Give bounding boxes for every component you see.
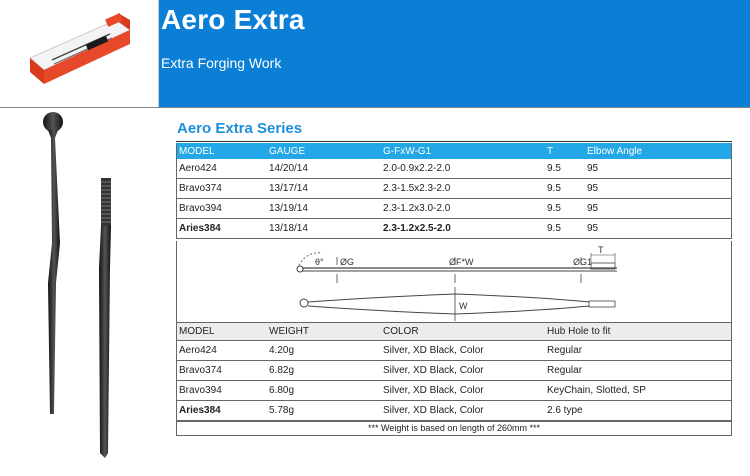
- g1-label: ØG1: [573, 257, 592, 267]
- cell-model: Bravo374: [177, 178, 267, 199]
- col-gfwg1: G-FxW-G1: [381, 143, 545, 159]
- spoke-dimension-diagram: θ° ØG ØF*W ØG1 T W: [176, 241, 732, 323]
- table-row: Bravo374 13/17/14 2.3-1.5x2.3-2.0 9.5 95: [177, 178, 731, 199]
- col-color: COLOR: [381, 323, 545, 341]
- title-rule: [176, 141, 732, 142]
- g-label: ØG: [340, 257, 354, 267]
- cell-t: 9.5: [545, 178, 585, 199]
- spec-table-header: MODEL GAUGE G-FxW-G1 T Elbow Angle: [177, 143, 731, 159]
- cell-gauge: 13/19/14: [267, 198, 381, 219]
- cell-color: Silver, XD Black, Color: [381, 400, 545, 421]
- cell-color: Silver, XD Black, Color: [381, 360, 545, 381]
- col-gauge: GAUGE: [267, 143, 381, 159]
- cell-model: Aero424: [177, 340, 267, 361]
- cell-model: Bravo394: [177, 198, 267, 219]
- cell-weight: 6.82g: [267, 360, 381, 381]
- weight-note: *** Weight is based on length of 260mm *…: [176, 421, 732, 436]
- page-subtitle: Extra Forging Work: [161, 55, 282, 71]
- cell-gfwg1: 2.3-1.2x2.5-2.0: [381, 218, 545, 239]
- table-row: Bravo394 13/19/14 2.3-1.2x3.0-2.0 9.5 95: [177, 198, 731, 219]
- col-t: T: [545, 143, 585, 159]
- cell-weight: 6.80g: [267, 380, 381, 401]
- cell-hub: Regular: [545, 340, 731, 361]
- weight-table: MODEL WEIGHT COLOR Hub Hole to fit Aero4…: [177, 323, 731, 421]
- t-label: T: [598, 245, 604, 255]
- cell-gfwg1: 2.3-1.2x3.0-2.0: [381, 198, 545, 219]
- header-banner: Aero Extra Extra Forging Work: [159, 0, 750, 107]
- series-title: Aero Extra Series: [177, 120, 303, 137]
- cell-gfwg1: 2.0-0.9x2.2-2.0: [381, 159, 545, 179]
- table-row: Aries384 13/18/14 2.3-1.2x2.5-2.0 9.5 95: [177, 218, 731, 239]
- fw-label: ØF*W: [449, 257, 474, 267]
- cell-hub: Regular: [545, 360, 731, 381]
- cell-gfwg1: 2.3-1.5x2.3-2.0: [381, 178, 545, 199]
- spoke-illustration: [0, 108, 170, 471]
- table-row: Aero424 4.20g Silver, XD Black, Color Re…: [177, 340, 731, 361]
- col-model: MODEL: [177, 323, 267, 341]
- cell-model: Aries384: [177, 400, 267, 421]
- cell-t: 9.5: [545, 218, 585, 239]
- cell-elbow: 95: [585, 218, 731, 239]
- cell-model: Aries384: [177, 218, 267, 239]
- page-title: Aero Extra: [161, 4, 305, 35]
- cell-hub: KeyChain, Slotted, SP: [545, 380, 731, 401]
- cell-gauge: 13/17/14: [267, 178, 381, 199]
- cell-color: Silver, XD Black, Color: [381, 380, 545, 401]
- col-elbow-angle: Elbow Angle: [585, 143, 731, 159]
- table-row: Aero424 14/20/14 2.0-0.9x2.2-2.0 9.5 95: [177, 159, 731, 179]
- col-model: MODEL: [177, 143, 267, 159]
- cell-model: Bravo374: [177, 360, 267, 381]
- weight-table-header: MODEL WEIGHT COLOR Hub Hole to fit: [177, 323, 731, 341]
- cell-gauge: 13/18/14: [267, 218, 381, 239]
- cell-t: 9.5: [545, 159, 585, 179]
- cell-weight: 5.78g: [267, 400, 381, 421]
- cell-hub: 2.6 type: [545, 400, 731, 421]
- cell-weight: 4.20g: [267, 340, 381, 361]
- cell-model: Bravo394: [177, 380, 267, 401]
- product-box-image: [0, 0, 159, 107]
- cell-color: Silver, XD Black, Color: [381, 340, 545, 361]
- col-hub-hole: Hub Hole to fit: [545, 323, 731, 341]
- cell-elbow: 95: [585, 178, 731, 199]
- w-label: W: [459, 301, 468, 311]
- cell-model: Aero424: [177, 159, 267, 179]
- spec-table-container: MODEL GAUGE G-FxW-G1 T Elbow Angle Aero4…: [176, 143, 732, 239]
- table-row: Bravo394 6.80g Silver, XD Black, Color K…: [177, 380, 731, 401]
- table-row: Bravo374 6.82g Silver, XD Black, Color R…: [177, 360, 731, 381]
- weight-table-container: MODEL WEIGHT COLOR Hub Hole to fit Aero4…: [176, 323, 732, 421]
- table-row: Aries384 5.78g Silver, XD Black, Color 2…: [177, 400, 731, 421]
- theta-label: θ°: [315, 257, 324, 267]
- cell-gauge: 14/20/14: [267, 159, 381, 179]
- cell-elbow: 95: [585, 159, 731, 179]
- cell-elbow: 95: [585, 198, 731, 219]
- cell-t: 9.5: [545, 198, 585, 219]
- spec-table: MODEL GAUGE G-FxW-G1 T Elbow Angle Aero4…: [177, 143, 731, 239]
- col-weight: WEIGHT: [267, 323, 381, 341]
